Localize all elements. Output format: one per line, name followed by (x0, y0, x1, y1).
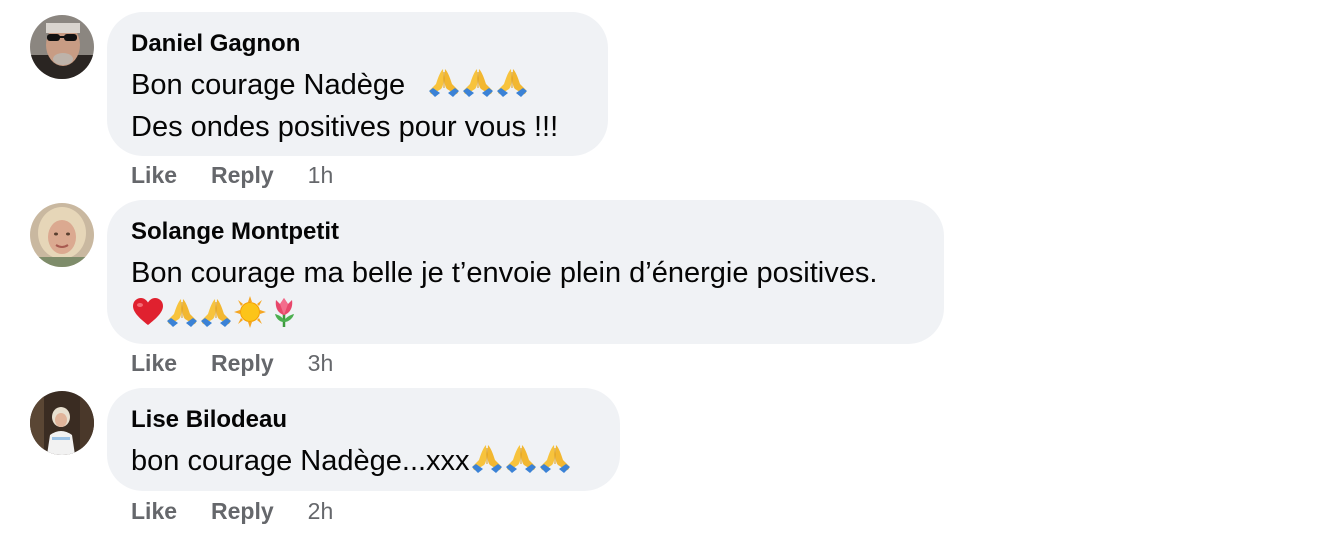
comment-bubble: Solange Montpetit Bon courage ma belle j… (107, 200, 944, 344)
folded-hands-icon (504, 442, 538, 474)
folded-hands-icon (165, 296, 199, 328)
comment-author[interactable]: Lise Bilodeau (131, 406, 596, 434)
like-button[interactable]: Like (131, 350, 177, 376)
comment-actions: Like Reply 2h (131, 498, 333, 524)
reply-button[interactable]: Reply (211, 350, 274, 376)
red-heart-icon (131, 296, 165, 328)
avatar[interactable] (30, 15, 94, 79)
comment-emoji-line (131, 294, 920, 336)
folded-hands-icon (538, 442, 572, 474)
comment-timestamp[interactable]: 2h (308, 498, 334, 524)
reply-button[interactable]: Reply (211, 162, 274, 188)
tulip-icon (267, 296, 301, 328)
comment-timestamp[interactable]: 3h (308, 350, 334, 376)
avatar[interactable] (30, 203, 94, 267)
comment-bubble: Lise Bilodeau bon courage Nadège...xxx (107, 388, 620, 491)
comment-author[interactable]: Solange Montpetit (131, 218, 920, 246)
comment-text: Des ondes positives pour vous !!! (131, 111, 559, 143)
reply-button[interactable]: Reply (211, 498, 274, 524)
comment-author[interactable]: Daniel Gagnon (131, 30, 584, 58)
folded-hands-icon (427, 66, 461, 98)
folded-hands-icon (470, 442, 504, 474)
comment-text: Bon courage Nadège (131, 69, 406, 101)
comment-bubble: Daniel Gagnon Bon courage Nadège Des ond… (107, 12, 608, 156)
comment-actions: Like Reply 1h (131, 162, 333, 188)
like-button[interactable]: Like (131, 162, 177, 188)
sun-icon (233, 296, 267, 328)
comment-text: bon courage Nadège...xxx (131, 445, 470, 477)
folded-hands-icon (461, 66, 495, 98)
comment-actions: Like Reply 3h (131, 350, 333, 376)
avatar[interactable] (30, 391, 94, 455)
folded-hands-icon (199, 296, 233, 328)
like-button[interactable]: Like (131, 498, 177, 524)
comment-text-line: bon courage Nadège...xxx (131, 440, 596, 482)
comment-timestamp[interactable]: 1h (308, 162, 334, 188)
comment-text-line: Bon courage Nadège (131, 64, 584, 106)
comment-text: Bon courage ma belle je t’envoie plein d… (131, 257, 878, 289)
folded-hands-icon (495, 66, 529, 98)
